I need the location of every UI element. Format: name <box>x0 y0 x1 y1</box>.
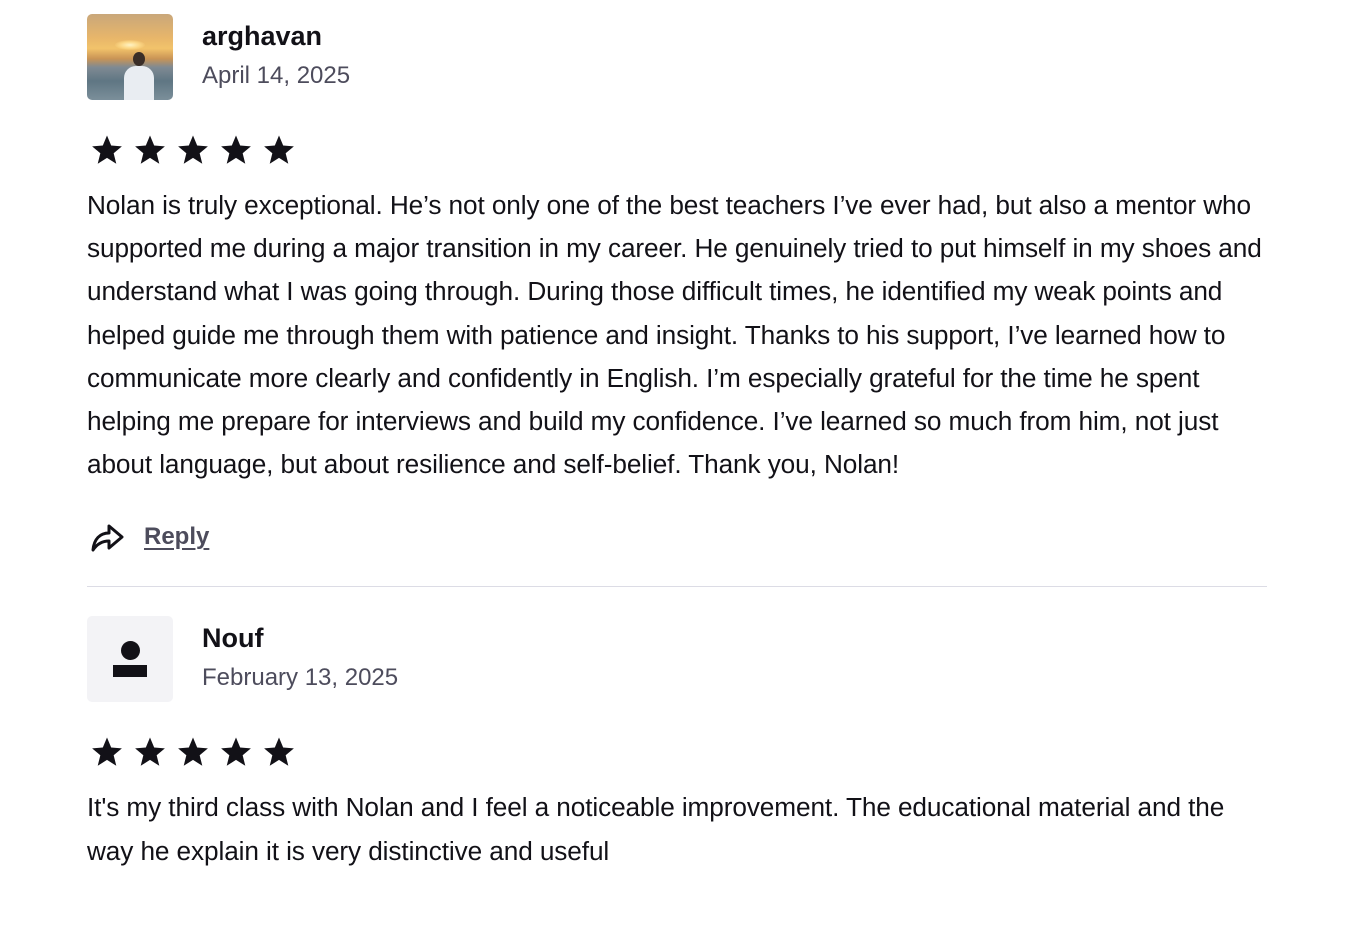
star-rating <box>87 130 1267 170</box>
star-icon <box>221 737 251 767</box>
review-meta: arghavan April 14, 2025 <box>202 14 350 92</box>
reviews-list: arghavan April 14, 2025 Nolan is truly e… <box>87 0 1267 873</box>
review-date: April 14, 2025 <box>202 62 351 89</box>
reply-action[interactable]: Reply <box>87 514 1267 560</box>
review-card: Nouf February 13, 2025 It's my third cla… <box>87 587 1267 872</box>
review-header: Nouf February 13, 2025 <box>87 616 1267 703</box>
review-meta: Nouf February 13, 2025 <box>202 616 398 694</box>
star-icon <box>264 737 294 767</box>
star-icon <box>178 135 208 164</box>
review-date: February 13, 2025 <box>202 664 399 692</box>
review-card: arghavan April 14, 2025 Nolan is truly e… <box>87 0 1267 588</box>
avatar[interactable] <box>87 14 173 100</box>
default-user-icon[interactable] <box>87 616 173 703</box>
star-rating <box>87 732 1267 772</box>
reviewer-name[interactable]: Nouf <box>202 622 398 654</box>
review-header: arghavan April 14, 2025 <box>87 14 1267 100</box>
reply-link[interactable]: Reply <box>144 523 209 551</box>
star-icon <box>92 135 122 164</box>
star-icon <box>221 135 251 164</box>
star-icon <box>135 737 165 767</box>
star-icon <box>264 135 294 164</box>
share-arrow-icon[interactable] <box>87 517 127 557</box>
star-icon <box>135 135 165 164</box>
reviewer-name[interactable]: arghavan <box>202 20 350 52</box>
star-icon <box>178 737 208 767</box>
review-text: Nolan is truly exceptional. He’s not onl… <box>87 190 1262 480</box>
review-text: It's my third class with Nolan and I fee… <box>87 792 1225 866</box>
star-icon <box>92 737 122 767</box>
